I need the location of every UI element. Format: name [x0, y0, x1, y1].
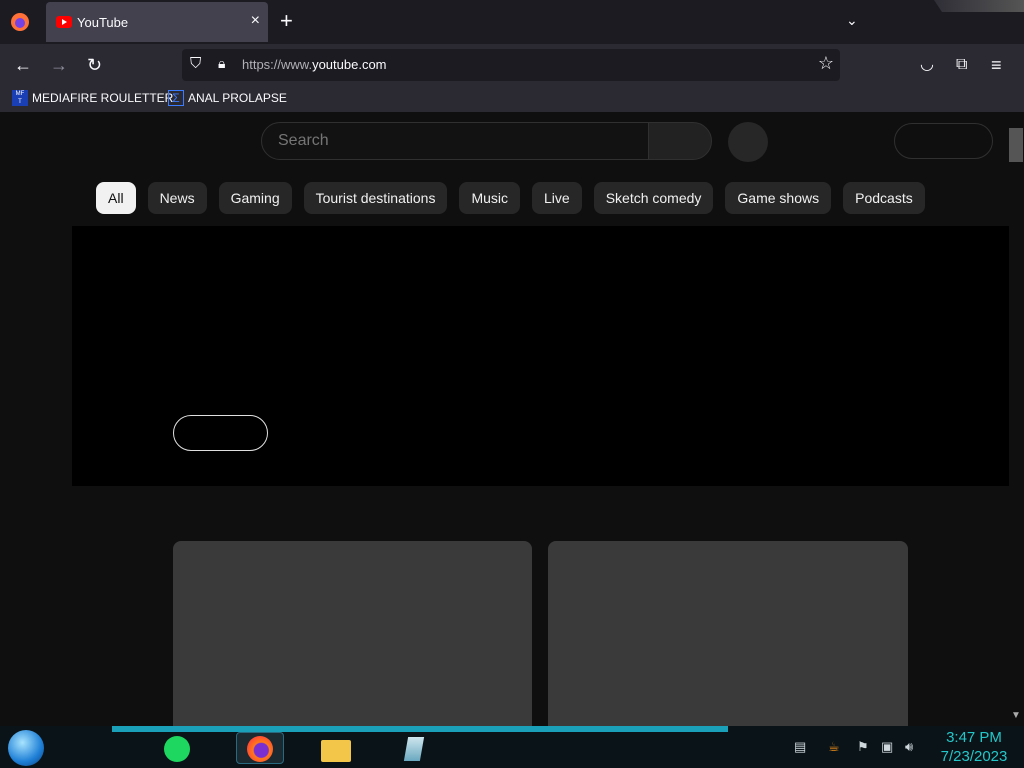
chip-news[interactable]: News: [147, 182, 207, 214]
close-tab-icon[interactable]: ×: [251, 12, 260, 30]
start-button[interactable]: [8, 730, 44, 766]
video-thumbnail-placeholder[interactable]: [548, 541, 908, 726]
bookmark-mediafire[interactable]: MF T MEDIAFIRE ROULETTER: [12, 90, 173, 106]
banner-button[interactable]: [173, 415, 268, 451]
tab-title: YouTube: [77, 15, 129, 30]
chip-tourist-destinations[interactable]: Tourist destinations: [303, 182, 448, 214]
firefox-menu-icon[interactable]: [10, 12, 30, 32]
spotify-icon[interactable]: [160, 732, 196, 764]
address-bar[interactable]: ⛉ 🔒︎ https://www.youtube.com ☆: [182, 49, 840, 81]
youtube-favicon-icon: [56, 16, 72, 28]
video-thumbnail-placeholder[interactable]: [173, 541, 532, 726]
reload-icon[interactable]: ↻: [87, 54, 102, 76]
chip-game-shows[interactable]: Game shows: [725, 182, 832, 214]
url-text[interactable]: https://www.youtube.com: [242, 57, 387, 72]
clock-date: 7/23/2023: [940, 748, 1008, 765]
search-box[interactable]: [261, 122, 649, 160]
java-tray-icon[interactable]: ☕︎: [828, 739, 840, 755]
lock-icon[interactable]: 🔒︎: [218, 55, 225, 72]
clock[interactable]: 3:47 PM 7/23/2023: [932, 728, 1016, 766]
forward-icon[interactable]: →: [50, 54, 68, 76]
scrollbar-thumb[interactable]: [1009, 128, 1023, 162]
chip-live[interactable]: Live: [532, 182, 582, 214]
ad-banner: [72, 226, 1009, 486]
chip-all[interactable]: All: [96, 182, 136, 214]
bookmarks-toolbar: MF T MEDIAFIRE ROULETTER Σ ANAL PROLAPSE: [0, 86, 1024, 112]
chip-podcasts[interactable]: Podcasts: [843, 182, 925, 214]
back-icon[interactable]: ←: [14, 54, 32, 76]
show-hidden-icons-icon[interactable]: ▤: [794, 739, 806, 755]
sigma-icon: Σ: [168, 90, 184, 106]
chip-gaming[interactable]: Gaming: [218, 182, 292, 214]
search-button[interactable]: [648, 122, 712, 160]
window-frame-decoration: [934, 0, 1024, 12]
bookmark-label: MEDIAFIRE ROULETTER: [32, 91, 174, 105]
bookmark-second[interactable]: Σ ANAL PROLAPSE: [168, 90, 287, 106]
browser-nav-bar: ← → ↻ ⛉ 🔒︎ https://www.youtube.com ☆ ◡ ⧉…: [0, 44, 1024, 86]
bookmark-star-icon[interactable]: ☆: [818, 53, 834, 74]
file-explorer-icon[interactable]: [318, 732, 354, 764]
mf-icon: MF T: [12, 90, 28, 106]
chip-music[interactable]: Music: [459, 182, 521, 214]
app-icon[interactable]: [400, 732, 436, 764]
firefox-icon[interactable]: [236, 732, 284, 764]
chip-sketch-comedy[interactable]: Sketch comedy: [593, 182, 714, 214]
action-center-flag-icon[interactable]: ⚑: [857, 739, 869, 755]
voice-search-button[interactable]: [728, 122, 768, 162]
tracking-protection-icon[interactable]: ⛉: [190, 55, 201, 72]
network-icon[interactable]: ▣: [881, 739, 893, 755]
new-tab-icon[interactable]: +: [280, 10, 293, 32]
scroll-down-arrow-icon[interactable]: ▼: [1011, 710, 1021, 721]
list-all-tabs-icon[interactable]: ⌄: [846, 12, 858, 29]
clock-time: 3:47 PM: [946, 729, 1002, 746]
volume-icon[interactable]: 🔊︎: [905, 739, 913, 755]
pocket-icon[interactable]: ◡: [920, 54, 934, 76]
tab-youtube[interactable]: YouTube ×: [46, 2, 268, 42]
app-menu-icon[interactable]: ≡: [991, 54, 1002, 76]
taskbar: ▤ ☕︎ ⚑ ▣ 🔊︎ 3:47 PM 7/23/2023: [0, 726, 1024, 768]
youtube-page: ▼ All News Gaming Tourist destinations M…: [0, 112, 1024, 726]
extensions-icon[interactable]: ⧉: [956, 54, 967, 76]
browser-tab-strip: YouTube × + ⌄: [0, 0, 1024, 44]
sign-in-button[interactable]: [894, 123, 993, 159]
search-input[interactable]: [278, 132, 578, 150]
filter-chips: All News Gaming Tourist destinations Mus…: [96, 182, 925, 214]
bookmark-label: ANAL PROLAPSE: [188, 91, 287, 105]
